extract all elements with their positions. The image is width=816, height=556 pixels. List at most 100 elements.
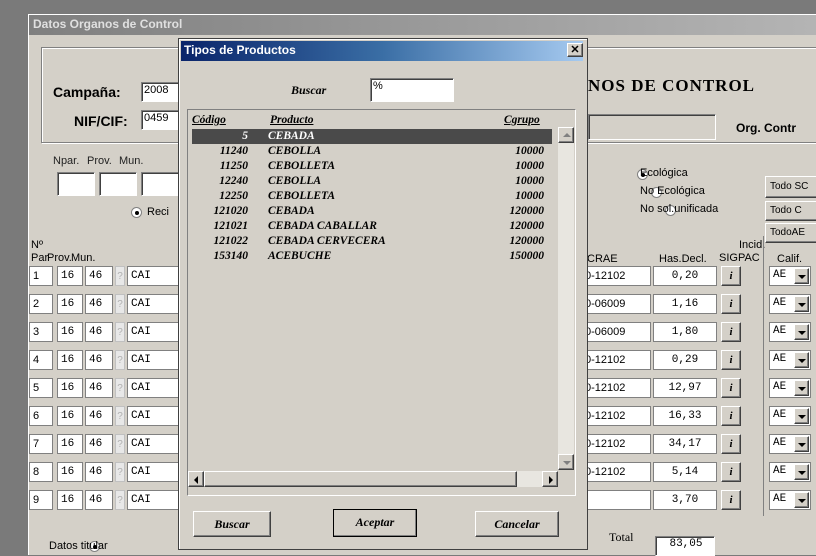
row-info-button[interactable]: i: [721, 490, 741, 510]
row-mun[interactable]: 46: [85, 294, 113, 314]
scroll-down-arrow[interactable]: [558, 454, 574, 470]
row-info-button[interactable]: i: [721, 350, 741, 370]
row-lookup-icon[interactable]: ?: [115, 462, 125, 482]
horizontal-scrollbar[interactable]: [188, 471, 558, 487]
row-calif-select[interactable]: AE: [769, 434, 811, 454]
row-prov[interactable]: 16: [57, 266, 83, 286]
todo-c-button[interactable]: Todo C: [765, 201, 816, 221]
row-mun[interactable]: 46: [85, 322, 113, 342]
scroll-up-arrow[interactable]: [558, 127, 574, 143]
row-has-decl[interactable]: 34,17: [653, 434, 717, 454]
row-lookup-icon[interactable]: ?: [115, 322, 125, 342]
chevron-down-icon[interactable]: [794, 352, 809, 368]
row-has-decl[interactable]: 1,80: [653, 322, 717, 342]
mun-input[interactable]: [141, 172, 179, 196]
row-info-button[interactable]: i: [721, 378, 741, 398]
row-has-decl[interactable]: 12,97: [653, 378, 717, 398]
row-crae[interactable]: 0-12102: [581, 350, 651, 370]
row-lookup-icon[interactable]: ?: [115, 490, 125, 510]
row-mun[interactable]: 46: [85, 406, 113, 426]
list-item[interactable]: 153140 ACEBUCHE 150000: [192, 249, 552, 264]
list-item[interactable]: 121022 CEBADA CERVECERA 120000: [192, 234, 552, 249]
row-calif-select[interactable]: AE: [769, 462, 811, 482]
list-item[interactable]: 12240 CEBOLLA 10000: [192, 174, 552, 189]
list-item[interactable]: 11250 CEBOLLETA 10000: [192, 159, 552, 174]
list-item[interactable]: 5 CEBADA: [192, 129, 552, 144]
row-calif-select[interactable]: AE: [769, 266, 811, 286]
chevron-down-icon[interactable]: [794, 324, 809, 340]
npar-input[interactable]: [57, 172, 95, 196]
row-crae[interactable]: 0-06009: [581, 294, 651, 314]
row-prov[interactable]: 16: [57, 490, 83, 510]
chevron-down-icon[interactable]: [794, 492, 809, 508]
row-lookup-icon[interactable]: ?: [115, 378, 125, 398]
row-has-decl[interactable]: 0,29: [653, 350, 717, 370]
list-item[interactable]: 121021 CEBADA CABALLAR 120000: [192, 219, 552, 234]
row-mun[interactable]: 46: [85, 266, 113, 286]
list-item[interactable]: 121020 CEBADA 120000: [192, 204, 552, 219]
list-item[interactable]: 11240 CEBOLLA 10000: [192, 144, 552, 159]
scroll-right-arrow[interactable]: [542, 471, 558, 487]
row-info-button[interactable]: i: [721, 322, 741, 342]
chevron-down-icon[interactable]: [794, 436, 809, 452]
product-list[interactable]: Código Producto Cgrupo 5 CEBADA 11240 CE…: [187, 109, 576, 496]
chevron-down-icon[interactable]: [794, 380, 809, 396]
scroll-thumb[interactable]: [204, 471, 517, 487]
row-mun[interactable]: 46: [85, 350, 113, 370]
row-info-button[interactable]: i: [721, 462, 741, 482]
row-crae[interactable]: 0-12102: [581, 406, 651, 426]
row-has-decl[interactable]: 0,20: [653, 266, 717, 286]
row-crae[interactable]: 0-12102: [581, 434, 651, 454]
aceptar-button[interactable]: Aceptar: [333, 509, 417, 537]
row-has-decl[interactable]: 3,70: [653, 490, 717, 510]
buscar-button[interactable]: Buscar: [193, 511, 271, 537]
row-prov[interactable]: 16: [57, 462, 83, 482]
row-info-button[interactable]: i: [721, 266, 741, 286]
chevron-down-icon[interactable]: [794, 296, 809, 312]
chevron-down-icon[interactable]: [794, 464, 809, 480]
row-mun[interactable]: 46: [85, 434, 113, 454]
row-calif-select[interactable]: AE: [769, 350, 811, 370]
row-mun[interactable]: 46: [85, 462, 113, 482]
row-mun[interactable]: 46: [85, 490, 113, 510]
row-prov[interactable]: 16: [57, 350, 83, 370]
reci-radio[interactable]: [131, 207, 142, 218]
row-prov[interactable]: 16: [57, 322, 83, 342]
buscar-input[interactable]: %: [370, 78, 454, 102]
row-crae[interactable]: 0-12102: [581, 462, 651, 482]
row-calif-select[interactable]: AE: [769, 378, 811, 398]
list-item[interactable]: 12250 CEBOLLETA 10000: [192, 189, 552, 204]
row-crae[interactable]: 0-12102: [581, 378, 651, 398]
row-crae[interactable]: [581, 490, 651, 510]
row-calif-select[interactable]: AE: [769, 490, 811, 510]
prov-input[interactable]: [99, 172, 137, 196]
row-lookup-icon[interactable]: ?: [115, 406, 125, 426]
row-calif-select[interactable]: AE: [769, 406, 811, 426]
row-info-button[interactable]: i: [721, 294, 741, 314]
row-crae[interactable]: 0-06009: [581, 322, 651, 342]
row-prov[interactable]: 16: [57, 378, 83, 398]
row-prov[interactable]: 16: [57, 294, 83, 314]
row-has-decl[interactable]: 1,16: [653, 294, 717, 314]
row-calif-select[interactable]: AE: [769, 294, 811, 314]
scroll-left-arrow[interactable]: [188, 471, 204, 487]
row-mun[interactable]: 46: [85, 378, 113, 398]
todo-ae-button[interactable]: TodoAE: [765, 223, 816, 243]
row-lookup-icon[interactable]: ?: [115, 266, 125, 286]
cancelar-button[interactable]: Cancelar: [475, 511, 559, 537]
row-lookup-icon[interactable]: ?: [115, 294, 125, 314]
close-icon[interactable]: ✕: [567, 43, 583, 57]
vertical-scrollbar[interactable]: [558, 127, 574, 470]
todo-sc-button[interactable]: Todo SC: [765, 176, 816, 198]
row-info-button[interactable]: i: [721, 406, 741, 426]
row-info-button[interactable]: i: [721, 434, 741, 454]
chevron-down-icon[interactable]: [794, 268, 809, 284]
row-has-decl[interactable]: 5,14: [653, 462, 717, 482]
row-prov[interactable]: 16: [57, 434, 83, 454]
row-lookup-icon[interactable]: ?: [115, 434, 125, 454]
row-has-decl[interactable]: 16,33: [653, 406, 717, 426]
chevron-down-icon[interactable]: [794, 408, 809, 424]
row-crae[interactable]: 0-12102: [581, 266, 651, 286]
row-lookup-icon[interactable]: ?: [115, 350, 125, 370]
row-prov[interactable]: 16: [57, 406, 83, 426]
